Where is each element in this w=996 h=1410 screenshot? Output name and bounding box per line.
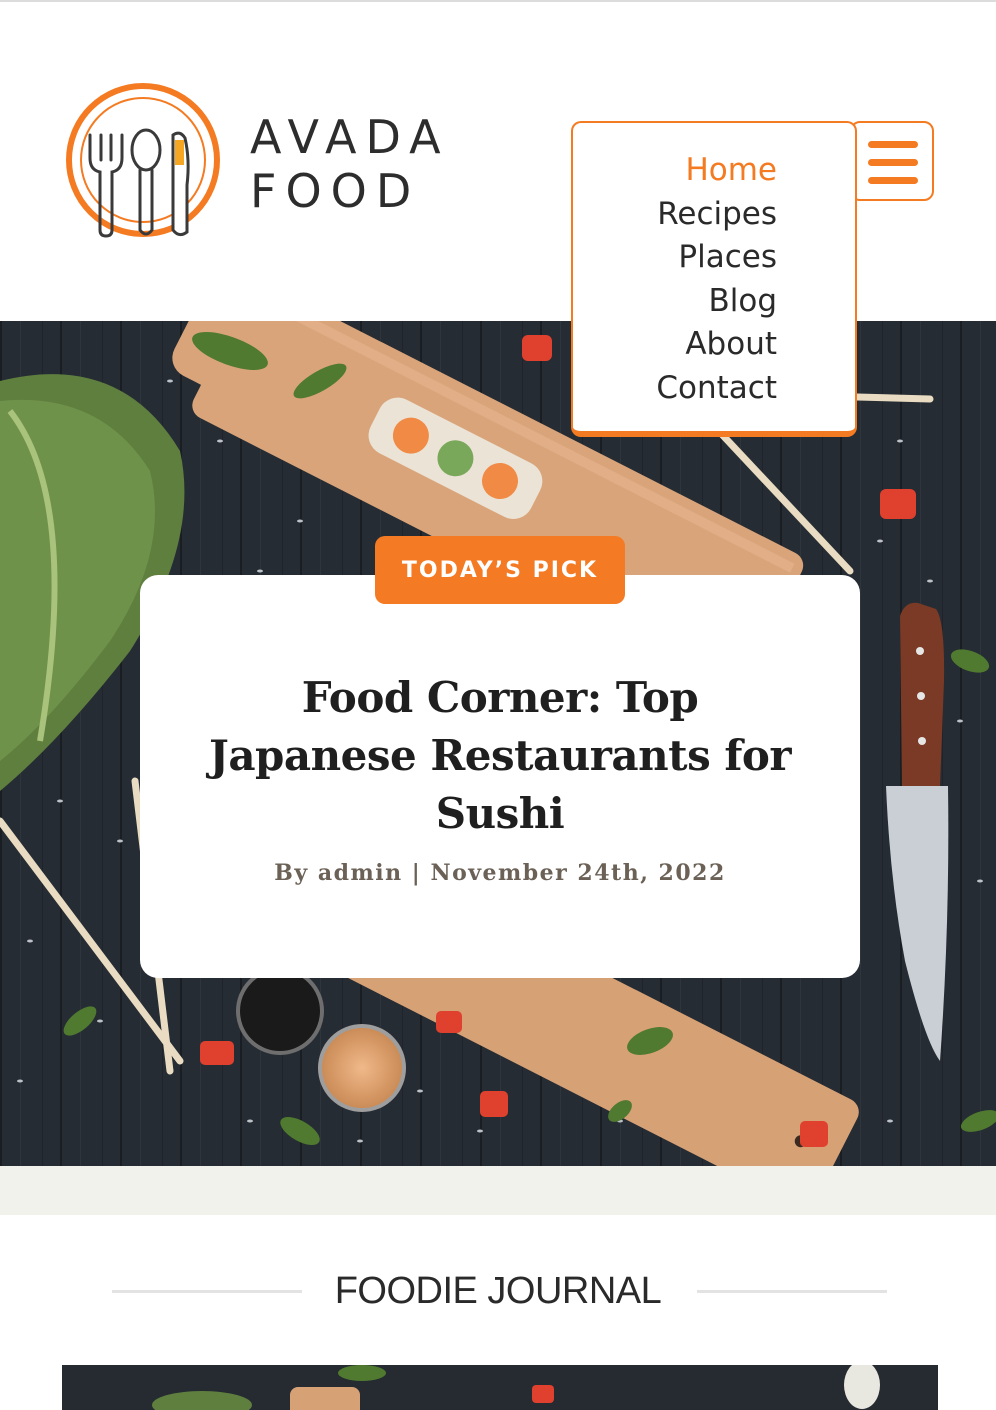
- journal-thumbnail-photo: [62, 1365, 938, 1410]
- logo-text-line1: AVADA: [250, 110, 450, 164]
- top-border: [0, 0, 996, 2]
- post-meta: By admin | November 24th, 2022: [140, 860, 860, 886]
- nav-item-blog[interactable]: Blog: [656, 280, 777, 324]
- plate-cutlery-icon: [66, 83, 220, 238]
- todays-pick-badge[interactable]: TODAY’S PICK: [375, 536, 625, 604]
- section-spacer-band: [0, 1166, 996, 1215]
- featured-post-title-line3: Sushi: [435, 789, 565, 838]
- site-logo[interactable]: AVADA FOOD: [60, 80, 441, 250]
- logo-text-line2: FOOD: [250, 164, 421, 218]
- heading-divider-right: [697, 1290, 887, 1293]
- nav-item-home[interactable]: Home: [656, 149, 777, 193]
- featured-post-title-line1: Food Corner: Top: [301, 673, 699, 722]
- featured-post-title-line2: Japanese Restaurants for: [208, 731, 792, 780]
- featured-post-card: Food Corner: Top Japanese Restaurants fo…: [140, 575, 860, 978]
- nav-item-about[interactable]: About: [656, 323, 777, 367]
- journal-post-thumbnail[interactable]: [62, 1365, 938, 1410]
- nav-item-recipes[interactable]: Recipes: [656, 193, 777, 237]
- nav-list: Home Recipes Places Blog About Contact: [656, 149, 777, 411]
- post-author-link[interactable]: admin: [318, 860, 403, 886]
- main-nav-dropdown: Home Recipes Places Blog About Contact: [571, 121, 857, 437]
- nav-item-contact[interactable]: Contact: [656, 367, 777, 411]
- post-meta-separator: |: [411, 860, 422, 886]
- post-meta-by: By: [274, 860, 309, 886]
- post-date: November 24th, 2022: [430, 860, 726, 886]
- featured-post-title[interactable]: Food Corner: Top Japanese Restaurants fo…: [140, 669, 860, 843]
- nav-item-places[interactable]: Places: [656, 236, 777, 280]
- menu-toggle-button[interactable]: [850, 121, 934, 201]
